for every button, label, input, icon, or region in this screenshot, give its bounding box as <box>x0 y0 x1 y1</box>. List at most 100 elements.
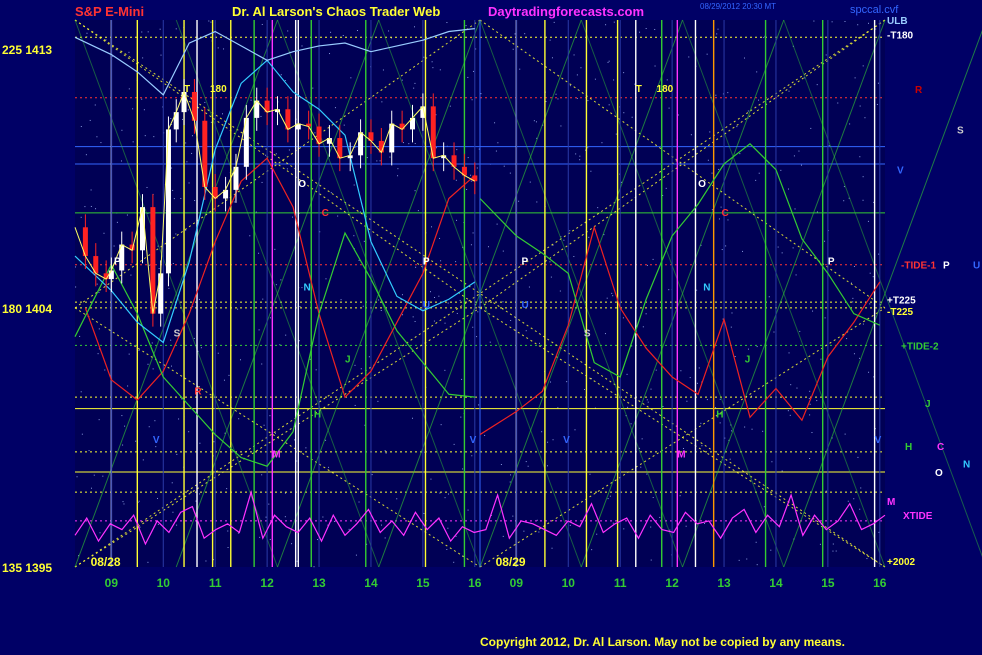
speckle <box>862 65 864 67</box>
speckle <box>176 524 178 526</box>
speckle <box>142 57 144 59</box>
speckle <box>859 105 861 107</box>
speckle <box>378 299 380 301</box>
chart-svg: T 180 T 180 P P P P O O C C N N U U S S J J R H H M M V V V V ULB -T18… <box>2 16 982 590</box>
x-tick-label: 16 <box>873 576 887 590</box>
x-tick-label: 09 <box>105 576 119 590</box>
speckle <box>816 84 818 86</box>
speckle <box>849 123 851 125</box>
speckle <box>878 253 880 255</box>
cycle-label: C <box>721 208 728 219</box>
date-label: 08/29 <box>496 555 526 569</box>
speckle <box>646 399 648 401</box>
speckle <box>773 331 775 333</box>
speckle <box>869 272 871 274</box>
speckle <box>756 71 758 73</box>
speckle <box>852 301 854 303</box>
speckle <box>80 216 82 218</box>
speckle <box>787 188 789 190</box>
speckle <box>799 330 801 332</box>
speckle <box>157 497 159 499</box>
speckle <box>574 429 576 431</box>
instrument-title: S&P E-Mini <box>75 4 145 19</box>
speckle <box>476 167 478 169</box>
speckle <box>414 82 416 84</box>
speckle <box>191 135 193 137</box>
price-bar <box>165 129 171 274</box>
speckle <box>154 420 156 422</box>
copyright: Copyright 2012, Dr. Al Larson. May not b… <box>480 635 845 649</box>
speckle <box>559 290 561 292</box>
speckle <box>481 262 483 264</box>
cycle-label: P <box>828 257 835 268</box>
speckle <box>261 23 263 25</box>
speckle <box>460 416 462 418</box>
speckle <box>315 369 317 371</box>
speckle <box>768 296 770 298</box>
speckle <box>84 206 86 208</box>
speckle <box>384 537 386 539</box>
x-tick-label: 14 <box>364 576 378 590</box>
speckle <box>382 69 384 71</box>
speckle <box>523 530 525 532</box>
speckle <box>433 320 435 322</box>
speckle <box>641 438 643 440</box>
speckle <box>645 313 647 315</box>
speckle <box>226 488 228 490</box>
speckle <box>809 414 811 416</box>
speckle <box>852 297 854 299</box>
speckle <box>864 117 866 119</box>
speckle <box>143 109 145 111</box>
speckle <box>701 445 703 447</box>
speckle <box>94 104 96 106</box>
speckle <box>654 28 656 30</box>
speckle <box>541 431 543 433</box>
speckle <box>825 54 827 56</box>
speckle <box>138 500 140 502</box>
cycle-label: O <box>698 179 706 190</box>
speckle <box>771 461 773 463</box>
speckle <box>652 258 654 260</box>
speckle <box>153 136 155 138</box>
speckle <box>798 150 800 152</box>
speckle <box>152 368 154 370</box>
speckle <box>609 495 611 497</box>
speckle <box>790 384 792 386</box>
speckle <box>316 539 318 541</box>
speckle <box>487 246 489 248</box>
speckle <box>329 53 331 55</box>
speckle <box>93 474 95 476</box>
speckle <box>228 374 230 376</box>
speckle <box>439 69 441 71</box>
speckle <box>187 109 189 111</box>
speckle <box>646 264 648 266</box>
speckle <box>413 87 415 89</box>
y-tick-label: 225 1413 <box>2 43 52 57</box>
speckle <box>358 501 360 503</box>
speckle <box>358 259 360 261</box>
speckle <box>284 80 286 82</box>
speckle <box>432 67 434 69</box>
speckle <box>696 382 698 384</box>
speckle <box>274 248 276 250</box>
speckle <box>788 90 790 92</box>
speckle <box>284 492 286 494</box>
speckle <box>763 506 765 508</box>
speckle <box>447 302 449 304</box>
speckle <box>188 431 190 433</box>
speckle <box>854 77 856 79</box>
speckle <box>97 353 99 355</box>
speckle <box>237 308 239 310</box>
speckle <box>204 101 206 103</box>
speckle <box>233 201 235 203</box>
speckle <box>642 326 644 328</box>
site-link[interactable]: Daytradingforecasts.com <box>488 4 644 19</box>
speckle <box>142 459 144 461</box>
speckle <box>127 385 129 387</box>
speckle <box>557 407 559 409</box>
speckle <box>128 353 130 355</box>
speckle <box>647 401 649 403</box>
speckle <box>573 256 575 258</box>
speckle <box>85 154 87 156</box>
speckle <box>587 147 589 149</box>
